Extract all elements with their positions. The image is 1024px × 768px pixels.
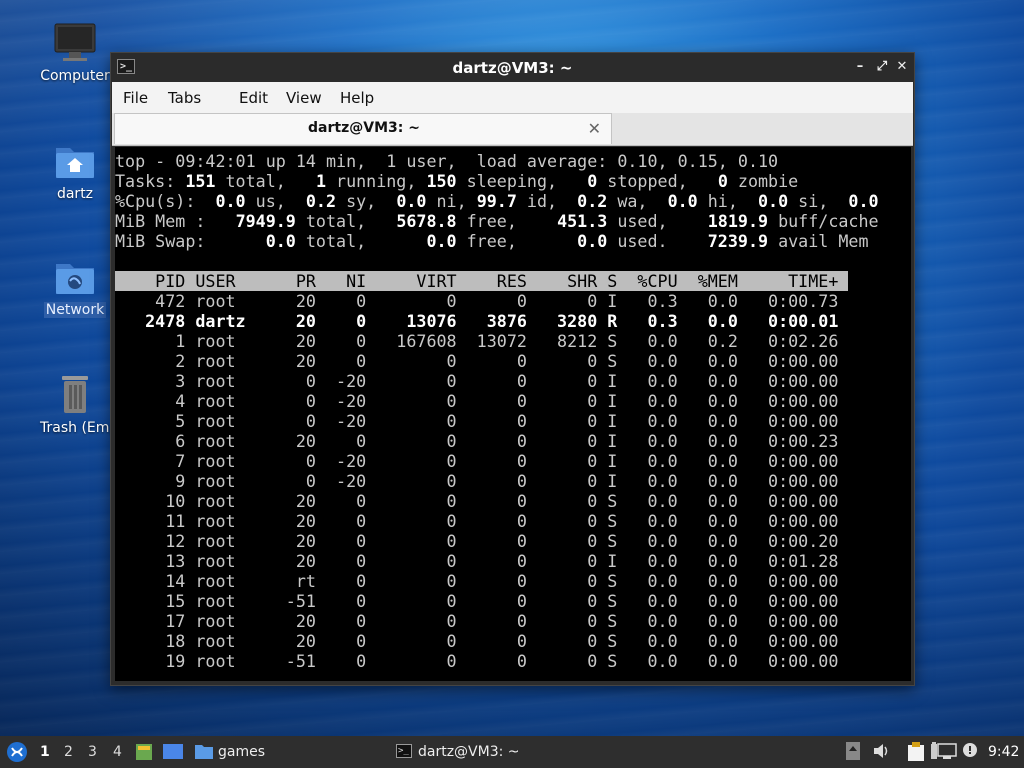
close-button[interactable]: ✕	[893, 58, 911, 76]
workspace-4[interactable]: 4	[113, 744, 122, 760]
terminal-window[interactable]: >_ dartz@VM3: ~ – ⤢ ✕ File Tabs Edit Vie…	[110, 52, 915, 686]
terminal-output[interactable]: top - 09:42:01 up 14 min, 1 user, load a…	[115, 147, 911, 681]
workspace-3[interactable]: 3	[88, 744, 97, 760]
top-tasks-line: Tasks: 151 total, 1 running, 150 sleepin…	[115, 171, 799, 191]
show-desktop-icon[interactable]	[162, 742, 184, 762]
clipboard-icon[interactable]	[907, 742, 925, 762]
maximize-button[interactable]: ⤢	[873, 58, 891, 76]
trash-icon	[62, 376, 88, 413]
process-row: 4 root 0 -20 0 0 0 I 0.0 0.0 0:00.00	[115, 391, 839, 411]
network-folder-icon	[56, 264, 94, 294]
window-title: dartz@VM3: ~	[452, 59, 573, 77]
desktop-icon-network[interactable]: Network	[38, 256, 112, 318]
process-row: 13 root 20 0 0 0 0 I 0.0 0.0 0:01.28	[115, 551, 839, 571]
process-row: 15 root -51 0 0 0 0 S 0.0 0.0 0:00.00	[115, 591, 839, 611]
process-row: 2 root 20 0 0 0 0 S 0.0 0.0 0:00.00	[115, 351, 839, 371]
process-row: 9 root 0 -20 0 0 0 I 0.0 0.0 0:00.00	[115, 471, 839, 491]
window-titlebar[interactable]: >_ dartz@VM3: ~ – ⤢ ✕	[111, 53, 914, 82]
process-row: 17 root 20 0 0 0 0 S 0.0 0.0 0:00.00	[115, 611, 839, 631]
workspace-2[interactable]: 2	[64, 744, 73, 760]
process-row: 7 root 0 -20 0 0 0 I 0.0 0.0 0:00.00	[115, 451, 839, 471]
process-row: 14 root rt 0 0 0 0 S 0.0 0.0 0:00.00	[115, 571, 839, 591]
desktop-icon-home[interactable]: dartz	[38, 140, 112, 202]
top-summary-line: top - 09:42:01 up 14 min, 1 user, load a…	[115, 151, 779, 171]
process-row: 11 root 20 0 0 0 0 S 0.0 0.0 0:00.00	[115, 511, 839, 531]
process-row: 6 root 20 0 0 0 0 I 0.0 0.0 0:00.23	[115, 431, 839, 451]
network-icon[interactable]	[937, 742, 957, 760]
process-row: 472 root 20 0 0 0 0 I 0.3 0.0 0:00.73	[115, 291, 839, 311]
process-row: 1 root 20 0 167608 13072 8212 S 0.0 0.2 …	[115, 331, 839, 351]
process-row: 18 root 20 0 0 0 0 S 0.0 0.0 0:00.00	[115, 631, 839, 651]
desktop-icon-computer[interactable]: Computer	[38, 22, 112, 84]
monitor-icon	[54, 23, 96, 61]
top-cpu-line: %Cpu(s): 0.0 us, 0.2 sy, 0.0 ni, 99.7 id…	[115, 191, 879, 211]
desktop-icon-label: Network	[43, 302, 107, 318]
updates-icon[interactable]	[846, 742, 860, 760]
process-row: 19 root -51 0 0 0 0 S 0.0 0.0 0:00.00	[115, 651, 839, 671]
process-row: 2478 dartz 20 0 13076 3876 3280 R 0.3 0.…	[115, 311, 839, 331]
desktop-icon-label: Computer	[40, 68, 110, 84]
workspace-1[interactable]: 1	[40, 744, 50, 760]
menu-view[interactable]: View	[286, 89, 322, 107]
tab-label: dartz@VM3: ~	[308, 120, 420, 136]
process-row: 10 root 20 0 0 0 0 S 0.0 0.0 0:00.00	[115, 491, 839, 511]
home-folder-icon	[56, 148, 94, 178]
menu-tabs[interactable]: Tabs	[168, 89, 201, 107]
start-menu-icon[interactable]	[6, 741, 28, 763]
desktop-icon-trash[interactable]: Trash (Empt	[38, 372, 124, 436]
taskbar: 1 2 3 4 games >_ dartz@VM3: ~ 9:42	[0, 736, 1024, 768]
tab-close-icon[interactable]: ✕	[588, 119, 601, 138]
notifications-icon[interactable]	[961, 742, 981, 760]
tab-terminal[interactable]: dartz@VM3: ~ ✕	[114, 113, 612, 144]
taskbar-window-label: dartz@VM3: ~	[418, 744, 520, 760]
process-table-header: PID USER PR NI VIRT RES SHR S %CPU %MEM …	[115, 271, 849, 291]
process-row: 12 root 20 0 0 0 0 S 0.0 0.0 0:00.20	[115, 531, 839, 551]
menu-bar: File Tabs Edit View Help	[112, 82, 913, 113]
top-mem-line: MiB Mem : 7949.9 total, 5678.8 free, 451…	[115, 211, 879, 231]
folder-launcher-icon[interactable]	[194, 742, 214, 760]
menu-edit[interactable]: Edit	[239, 89, 268, 107]
taskbar-window-button[interactable]: >_ dartz@VM3: ~	[388, 738, 538, 766]
menu-help[interactable]: Help	[340, 89, 374, 107]
folder-launcher-label[interactable]: games	[218, 744, 265, 760]
minimize-button[interactable]: –	[851, 58, 869, 76]
volume-icon[interactable]	[872, 742, 890, 760]
tab-bar: dartz@VM3: ~ ✕	[112, 113, 913, 146]
process-row: 5 root 0 -20 0 0 0 I 0.0 0.0 0:00.00	[115, 411, 839, 431]
desktop-icon-label: dartz	[56, 186, 94, 202]
top-swap-line: MiB Swap: 0.0 total, 0.0 free, 0.0 used.…	[115, 231, 869, 251]
terminal-app-icon: >_	[396, 744, 412, 758]
menu-file[interactable]: File	[123, 89, 148, 107]
file-manager-launcher-icon[interactable]	[134, 742, 154, 762]
clock[interactable]: 9:42	[988, 744, 1019, 760]
process-row: 3 root 0 -20 0 0 0 I 0.0 0.0 0:00.00	[115, 371, 839, 391]
